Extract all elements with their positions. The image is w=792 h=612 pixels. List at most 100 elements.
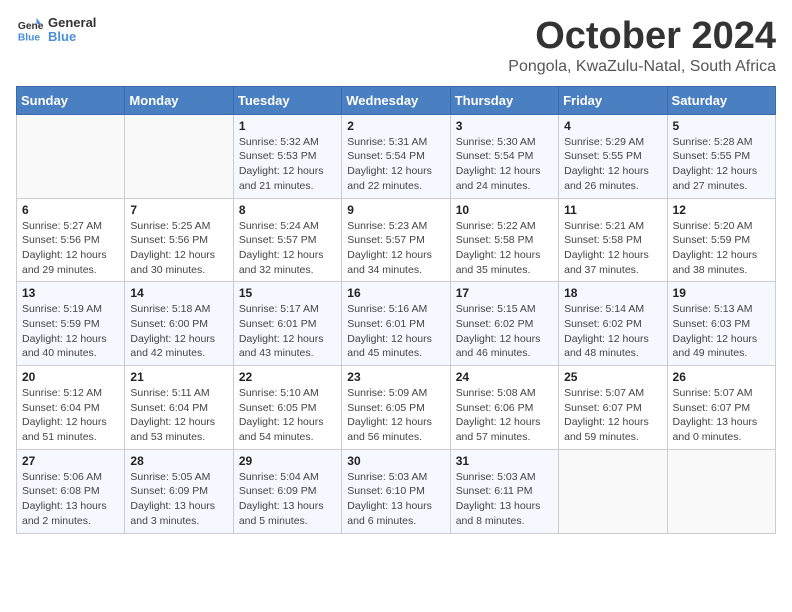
day-cell: 25 Sunrise: 5:07 AMSunset: 6:07 PMDayligh… — [559, 366, 667, 450]
svg-text:Blue: Blue — [18, 33, 41, 44]
day-cell: 15 Sunrise: 5:17 AMSunset: 6:01 PMDayligh… — [233, 282, 341, 366]
day-cell: 16Sunrise: 5:16 AMSunset: 6:01 PMDayligh… — [342, 282, 450, 366]
day-detail: Sunrise: 5:23 AMSunset: 5:57 PMDaylight:… — [347, 219, 444, 278]
day-cell: 30 Sunrise: 5:03 AMSunset: 6:10 PMDayligh… — [342, 449, 450, 533]
day-number: 28 — [130, 454, 227, 468]
day-detail: Sunrise: 5:03 AMSunset: 6:10 PMDaylight:… — [347, 470, 444, 529]
day-detail: Sunrise: 5:17 AMSunset: 6:01 PMDaylight:… — [239, 302, 336, 361]
logo-general: General — [48, 16, 96, 30]
day-detail: Sunrise: 5:07 AMSunset: 6:07 PMDaylight:… — [673, 386, 770, 445]
day-detail: Sunrise: 5:19 AMSunset: 5:59 PMDaylight:… — [22, 302, 119, 361]
day-cell: 27 Sunrise: 5:06 AMSunset: 6:08 PMDayligh… — [17, 449, 125, 533]
logo-icon: General Blue — [16, 16, 44, 44]
day-header-tuesday: Tuesday — [233, 86, 341, 114]
day-detail: Sunrise: 5:29 AMSunset: 5:55 PMDaylight:… — [564, 135, 661, 194]
day-header-sunday: Sunday — [17, 86, 125, 114]
day-detail: Sunrise: 5:32 AMSunset: 5:53 PMDaylight:… — [239, 135, 336, 194]
day-number: 1 — [239, 119, 336, 133]
day-detail: Sunrise: 5:05 AMSunset: 6:09 PMDaylight:… — [130, 470, 227, 529]
day-cell: 20 Sunrise: 5:12 AMSunset: 6:04 PMDayligh… — [17, 366, 125, 450]
day-number: 11 — [564, 203, 661, 217]
day-number: 14 — [130, 286, 227, 300]
day-number: 24 — [456, 370, 553, 384]
day-number: 19 — [673, 286, 770, 300]
day-detail: Sunrise: 5:14 AMSunset: 6:02 PMDaylight:… — [564, 302, 661, 361]
day-number: 29 — [239, 454, 336, 468]
day-header-thursday: Thursday — [450, 86, 558, 114]
logo-blue: Blue — [48, 30, 96, 44]
day-number: 27 — [22, 454, 119, 468]
day-header-monday: Monday — [125, 86, 233, 114]
logo: General Blue General Blue — [16, 16, 96, 45]
day-cell: 17Sunrise: 5:15 AMSunset: 6:02 PMDayligh… — [450, 282, 558, 366]
day-cell — [125, 114, 233, 198]
day-detail: Sunrise: 5:28 AMSunset: 5:55 PMDaylight:… — [673, 135, 770, 194]
day-cell: 26 Sunrise: 5:07 AMSunset: 6:07 PMDayligh… — [667, 366, 775, 450]
day-detail: Sunrise: 5:15 AMSunset: 6:02 PMDaylight:… — [456, 302, 553, 361]
day-cell: 13 Sunrise: 5:19 AMSunset: 5:59 PMDayligh… — [17, 282, 125, 366]
day-header-wednesday: Wednesday — [342, 86, 450, 114]
day-detail: Sunrise: 5:09 AMSunset: 6:05 PMDaylight:… — [347, 386, 444, 445]
day-cell: 11Sunrise: 5:21 AMSunset: 5:58 PMDayligh… — [559, 198, 667, 282]
day-number: 31 — [456, 454, 553, 468]
day-cell: 28 Sunrise: 5:05 AMSunset: 6:09 PMDayligh… — [125, 449, 233, 533]
day-cell: 2Sunrise: 5:31 AMSunset: 5:54 PMDaylight… — [342, 114, 450, 198]
day-cell: 4 Sunrise: 5:29 AMSunset: 5:55 PMDaylight… — [559, 114, 667, 198]
day-detail: Sunrise: 5:11 AMSunset: 6:04 PMDaylight:… — [130, 386, 227, 445]
day-number: 16 — [347, 286, 444, 300]
day-cell: 3Sunrise: 5:30 AMSunset: 5:54 PMDaylight… — [450, 114, 558, 198]
day-cell: 12Sunrise: 5:20 AMSunset: 5:59 PMDayligh… — [667, 198, 775, 282]
day-number: 8 — [239, 203, 336, 217]
day-detail: Sunrise: 5:25 AMSunset: 5:56 PMDaylight:… — [130, 219, 227, 278]
calendar-header-row: SundayMondayTuesdayWednesdayThursdayFrid… — [17, 86, 776, 114]
week-row-4: 20 Sunrise: 5:12 AMSunset: 6:04 PMDayligh… — [17, 366, 776, 450]
day-cell: 6Sunrise: 5:27 AMSunset: 5:56 PMDaylight… — [17, 198, 125, 282]
day-detail: Sunrise: 5:12 AMSunset: 6:04 PMDaylight:… — [22, 386, 119, 445]
day-number: 15 — [239, 286, 336, 300]
day-number: 9 — [347, 203, 444, 217]
month-title: October 2024 — [508, 16, 776, 58]
day-number: 21 — [130, 370, 227, 384]
week-row-2: 6Sunrise: 5:27 AMSunset: 5:56 PMDaylight… — [17, 198, 776, 282]
day-cell — [17, 114, 125, 198]
day-detail: Sunrise: 5:22 AMSunset: 5:58 PMDaylight:… — [456, 219, 553, 278]
day-cell: 24Sunrise: 5:08 AMSunset: 6:06 PMDayligh… — [450, 366, 558, 450]
day-cell: 19 Sunrise: 5:13 AMSunset: 6:03 PMDayligh… — [667, 282, 775, 366]
day-number: 20 — [22, 370, 119, 384]
day-cell: 22Sunrise: 5:10 AMSunset: 6:05 PMDayligh… — [233, 366, 341, 450]
day-number: 4 — [564, 119, 661, 133]
day-detail: Sunrise: 5:18 AMSunset: 6:00 PMDaylight:… — [130, 302, 227, 361]
day-number: 6 — [22, 203, 119, 217]
day-number: 30 — [347, 454, 444, 468]
day-detail: Sunrise: 5:07 AMSunset: 6:07 PMDaylight:… — [564, 386, 661, 445]
day-cell: 14 Sunrise: 5:18 AMSunset: 6:00 PMDayligh… — [125, 282, 233, 366]
day-number: 25 — [564, 370, 661, 384]
subtitle: Pongola, KwaZulu-Natal, South Africa — [508, 58, 776, 76]
day-cell — [559, 449, 667, 533]
page-header: General Blue General Blue October 2024 P… — [16, 16, 776, 76]
day-cell: 31Sunrise: 5:03 AMSunset: 6:11 PMDayligh… — [450, 449, 558, 533]
day-number: 10 — [456, 203, 553, 217]
day-number: 5 — [673, 119, 770, 133]
day-cell: 9 Sunrise: 5:23 AMSunset: 5:57 PMDaylight… — [342, 198, 450, 282]
day-detail: Sunrise: 5:13 AMSunset: 6:03 PMDaylight:… — [673, 302, 770, 361]
day-number: 13 — [22, 286, 119, 300]
day-cell: 10 Sunrise: 5:22 AMSunset: 5:58 PMDayligh… — [450, 198, 558, 282]
day-number: 26 — [673, 370, 770, 384]
day-number: 2 — [347, 119, 444, 133]
day-detail: Sunrise: 5:04 AMSunset: 6:09 PMDaylight:… — [239, 470, 336, 529]
week-row-1: 1 Sunrise: 5:32 AMSunset: 5:53 PMDaylight… — [17, 114, 776, 198]
day-cell: 21 Sunrise: 5:11 AMSunset: 6:04 PMDayligh… — [125, 366, 233, 450]
week-row-5: 27 Sunrise: 5:06 AMSunset: 6:08 PMDayligh… — [17, 449, 776, 533]
day-cell — [667, 449, 775, 533]
title-block: October 2024 Pongola, KwaZulu-Natal, Sou… — [508, 16, 776, 76]
day-cell: 8Sunrise: 5:24 AMSunset: 5:57 PMDaylight… — [233, 198, 341, 282]
day-cell: 1 Sunrise: 5:32 AMSunset: 5:53 PMDaylight… — [233, 114, 341, 198]
day-detail: Sunrise: 5:06 AMSunset: 6:08 PMDaylight:… — [22, 470, 119, 529]
day-header-friday: Friday — [559, 86, 667, 114]
day-number: 7 — [130, 203, 227, 217]
day-number: 3 — [456, 119, 553, 133]
day-cell: 7 Sunrise: 5:25 AMSunset: 5:56 PMDaylight… — [125, 198, 233, 282]
day-number: 22 — [239, 370, 336, 384]
day-number: 18 — [564, 286, 661, 300]
